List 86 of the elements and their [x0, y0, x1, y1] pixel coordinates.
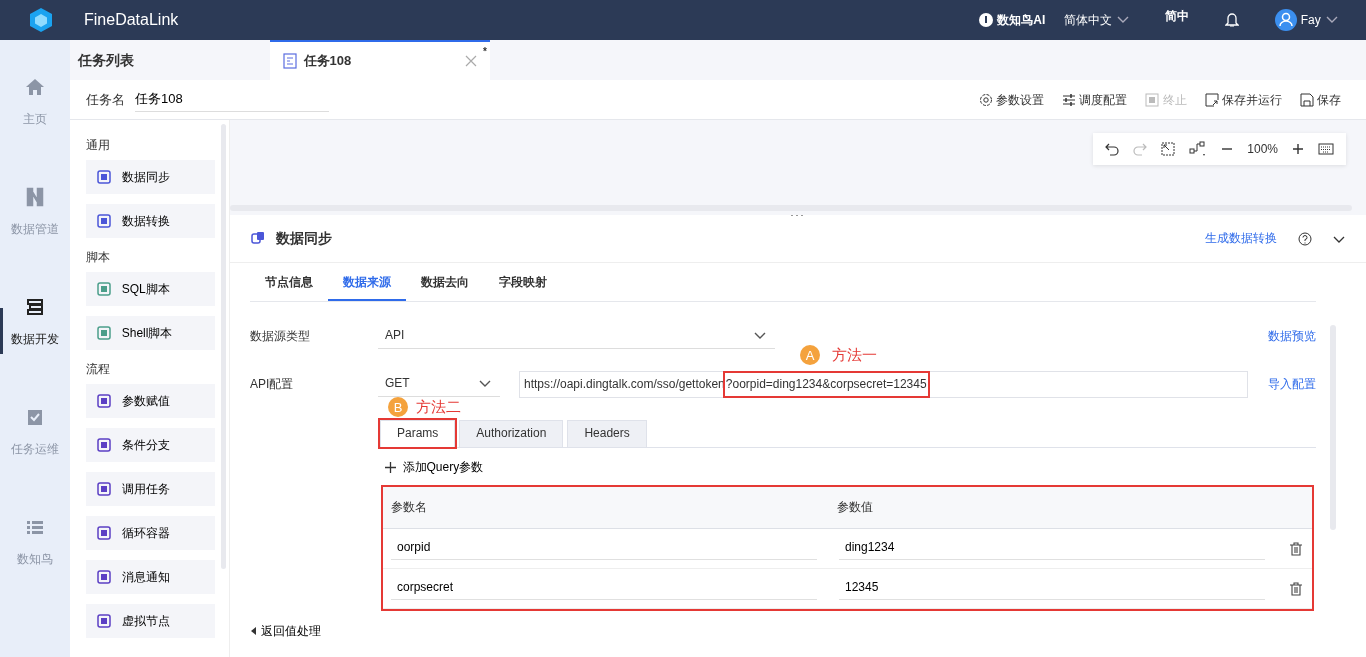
ai-link[interactable]: 数知鸟AI — [997, 11, 1046, 29]
node-icon — [96, 613, 112, 629]
node-icon — [96, 325, 112, 341]
node-title: 数据同步 — [275, 229, 332, 248]
toolbar-button[interactable]: 参数设置 — [969, 90, 1053, 109]
zoom-level: 100% — [1247, 141, 1278, 158]
nav-item[interactable]: 数据开发 — [0, 260, 70, 370]
undo-icon[interactable] — [1105, 142, 1120, 156]
node-type-item[interactable]: 条件分支 — [86, 428, 215, 462]
add-param-button[interactable]: 添加Query参数 — [385, 459, 484, 476]
node-type-item[interactable]: 参数赋值 — [86, 384, 215, 418]
annotation-marker: A — [800, 345, 820, 366]
section-tab[interactable]: 数据去向 — [406, 265, 484, 301]
node-icon — [96, 393, 112, 409]
node-type-item[interactable]: 虚拟节点 — [86, 604, 215, 638]
caret-icon — [250, 627, 258, 636]
annotation-label: 方法二 — [416, 397, 461, 417]
url-text: https://oapi.dingtalk.com/sso/gettoken — [524, 376, 725, 393]
sync-icon — [250, 230, 266, 247]
node-icon — [96, 569, 112, 585]
editor-tab[interactable]: 任务108 * — [270, 40, 490, 80]
nav-icon — [25, 77, 45, 97]
document-icon — [283, 53, 297, 69]
logo-icon — [28, 7, 54, 33]
query-string: ?oorpid=ding1234&corpsecret=12345 — [724, 372, 928, 397]
node-type-item[interactable]: 循环容器 — [86, 516, 215, 550]
annotation-marker: B — [388, 397, 408, 418]
request-tab[interactable]: Headers — [567, 420, 647, 447]
sliders-icon — [1062, 92, 1076, 107]
app-name: FineDataLink — [84, 10, 179, 30]
section-tab[interactable]: 数据来源 — [328, 265, 406, 301]
zoom-in-icon[interactable] — [1292, 143, 1304, 155]
preview-link[interactable]: 数据预览 — [1268, 328, 1316, 345]
gear-icon — [978, 92, 993, 107]
section-tab[interactable]: 字段映射 — [484, 265, 562, 301]
field-label: 数据源类型 — [250, 328, 311, 345]
modified-mark: * — [483, 45, 487, 59]
stop-icon — [1145, 92, 1160, 107]
node-icon — [96, 281, 112, 297]
section-title: 脚本 — [86, 249, 111, 266]
save-icon — [1299, 92, 1314, 107]
column-header: 参数值 — [836, 499, 874, 516]
node-icon — [96, 169, 112, 185]
nav-icon — [25, 407, 45, 427]
node-type-item[interactable]: 数据同步 — [86, 160, 215, 194]
panel-title: 任务列表 — [76, 50, 135, 70]
short-language[interactable]: 简中 — [1165, 7, 1190, 25]
save-run-icon — [1204, 92, 1219, 107]
node-type-item[interactable]: 消息通知 — [86, 560, 215, 594]
action-link[interactable]: 生成数据转换 — [1205, 230, 1277, 247]
node-icon — [96, 481, 112, 497]
field-label: 任务名 — [86, 90, 125, 109]
node-type-item[interactable]: 数据转换 — [86, 204, 215, 238]
nav-icon — [25, 297, 45, 317]
bell-icon[interactable] — [1225, 12, 1240, 28]
trash-icon[interactable] — [1289, 541, 1303, 556]
node-icon — [96, 437, 112, 453]
column-header: 参数名 — [390, 499, 428, 516]
avatar-icon — [1275, 9, 1298, 31]
node-icon — [96, 213, 112, 229]
request-tab[interactable]: Authorization — [459, 420, 564, 447]
language-dropdown[interactable]: 简体中文 — [1058, 10, 1138, 30]
node-type-item[interactable]: SQL脚本 — [86, 272, 215, 306]
connector-icon[interactable] — [1189, 141, 1208, 157]
toolbar-button[interactable]: 保存并运行 — [1195, 90, 1291, 109]
field-label: API配置 — [250, 376, 295, 393]
section-title: 流程 — [86, 361, 111, 378]
plus-icon — [385, 461, 396, 473]
node-icon — [96, 525, 112, 541]
user-menu[interactable]: Fay — [1269, 8, 1346, 32]
import-link[interactable]: 导入配置 — [1268, 376, 1316, 393]
request-tab[interactable]: Params — [380, 420, 456, 447]
trash-icon[interactable] — [1289, 581, 1303, 596]
section-tab[interactable]: 节点信息 — [250, 265, 328, 301]
toolbar-button[interactable]: 调度配置 — [1053, 90, 1137, 109]
help-icon[interactable] — [1297, 231, 1312, 246]
toolbar-button[interactable]: 保存 — [1290, 90, 1350, 109]
url-field[interactable]: https://oapi.dingtalk.com/sso/gettoken?oorpid=ding1234&corpsecret=12345 — [519, 371, 1248, 398]
section-title: 通用 — [86, 137, 111, 154]
fit-view-icon[interactable] — [1161, 142, 1176, 156]
node-type-item[interactable]: Shell脚本 — [86, 316, 215, 350]
annotation-label: 方法一 — [832, 345, 877, 365]
keyboard-icon[interactable] — [1318, 143, 1334, 155]
nav-icon — [25, 187, 45, 207]
collapse-section[interactable]: 返回值处理 — [250, 623, 322, 640]
node-type-item[interactable]: 调用任务 — [86, 472, 215, 506]
